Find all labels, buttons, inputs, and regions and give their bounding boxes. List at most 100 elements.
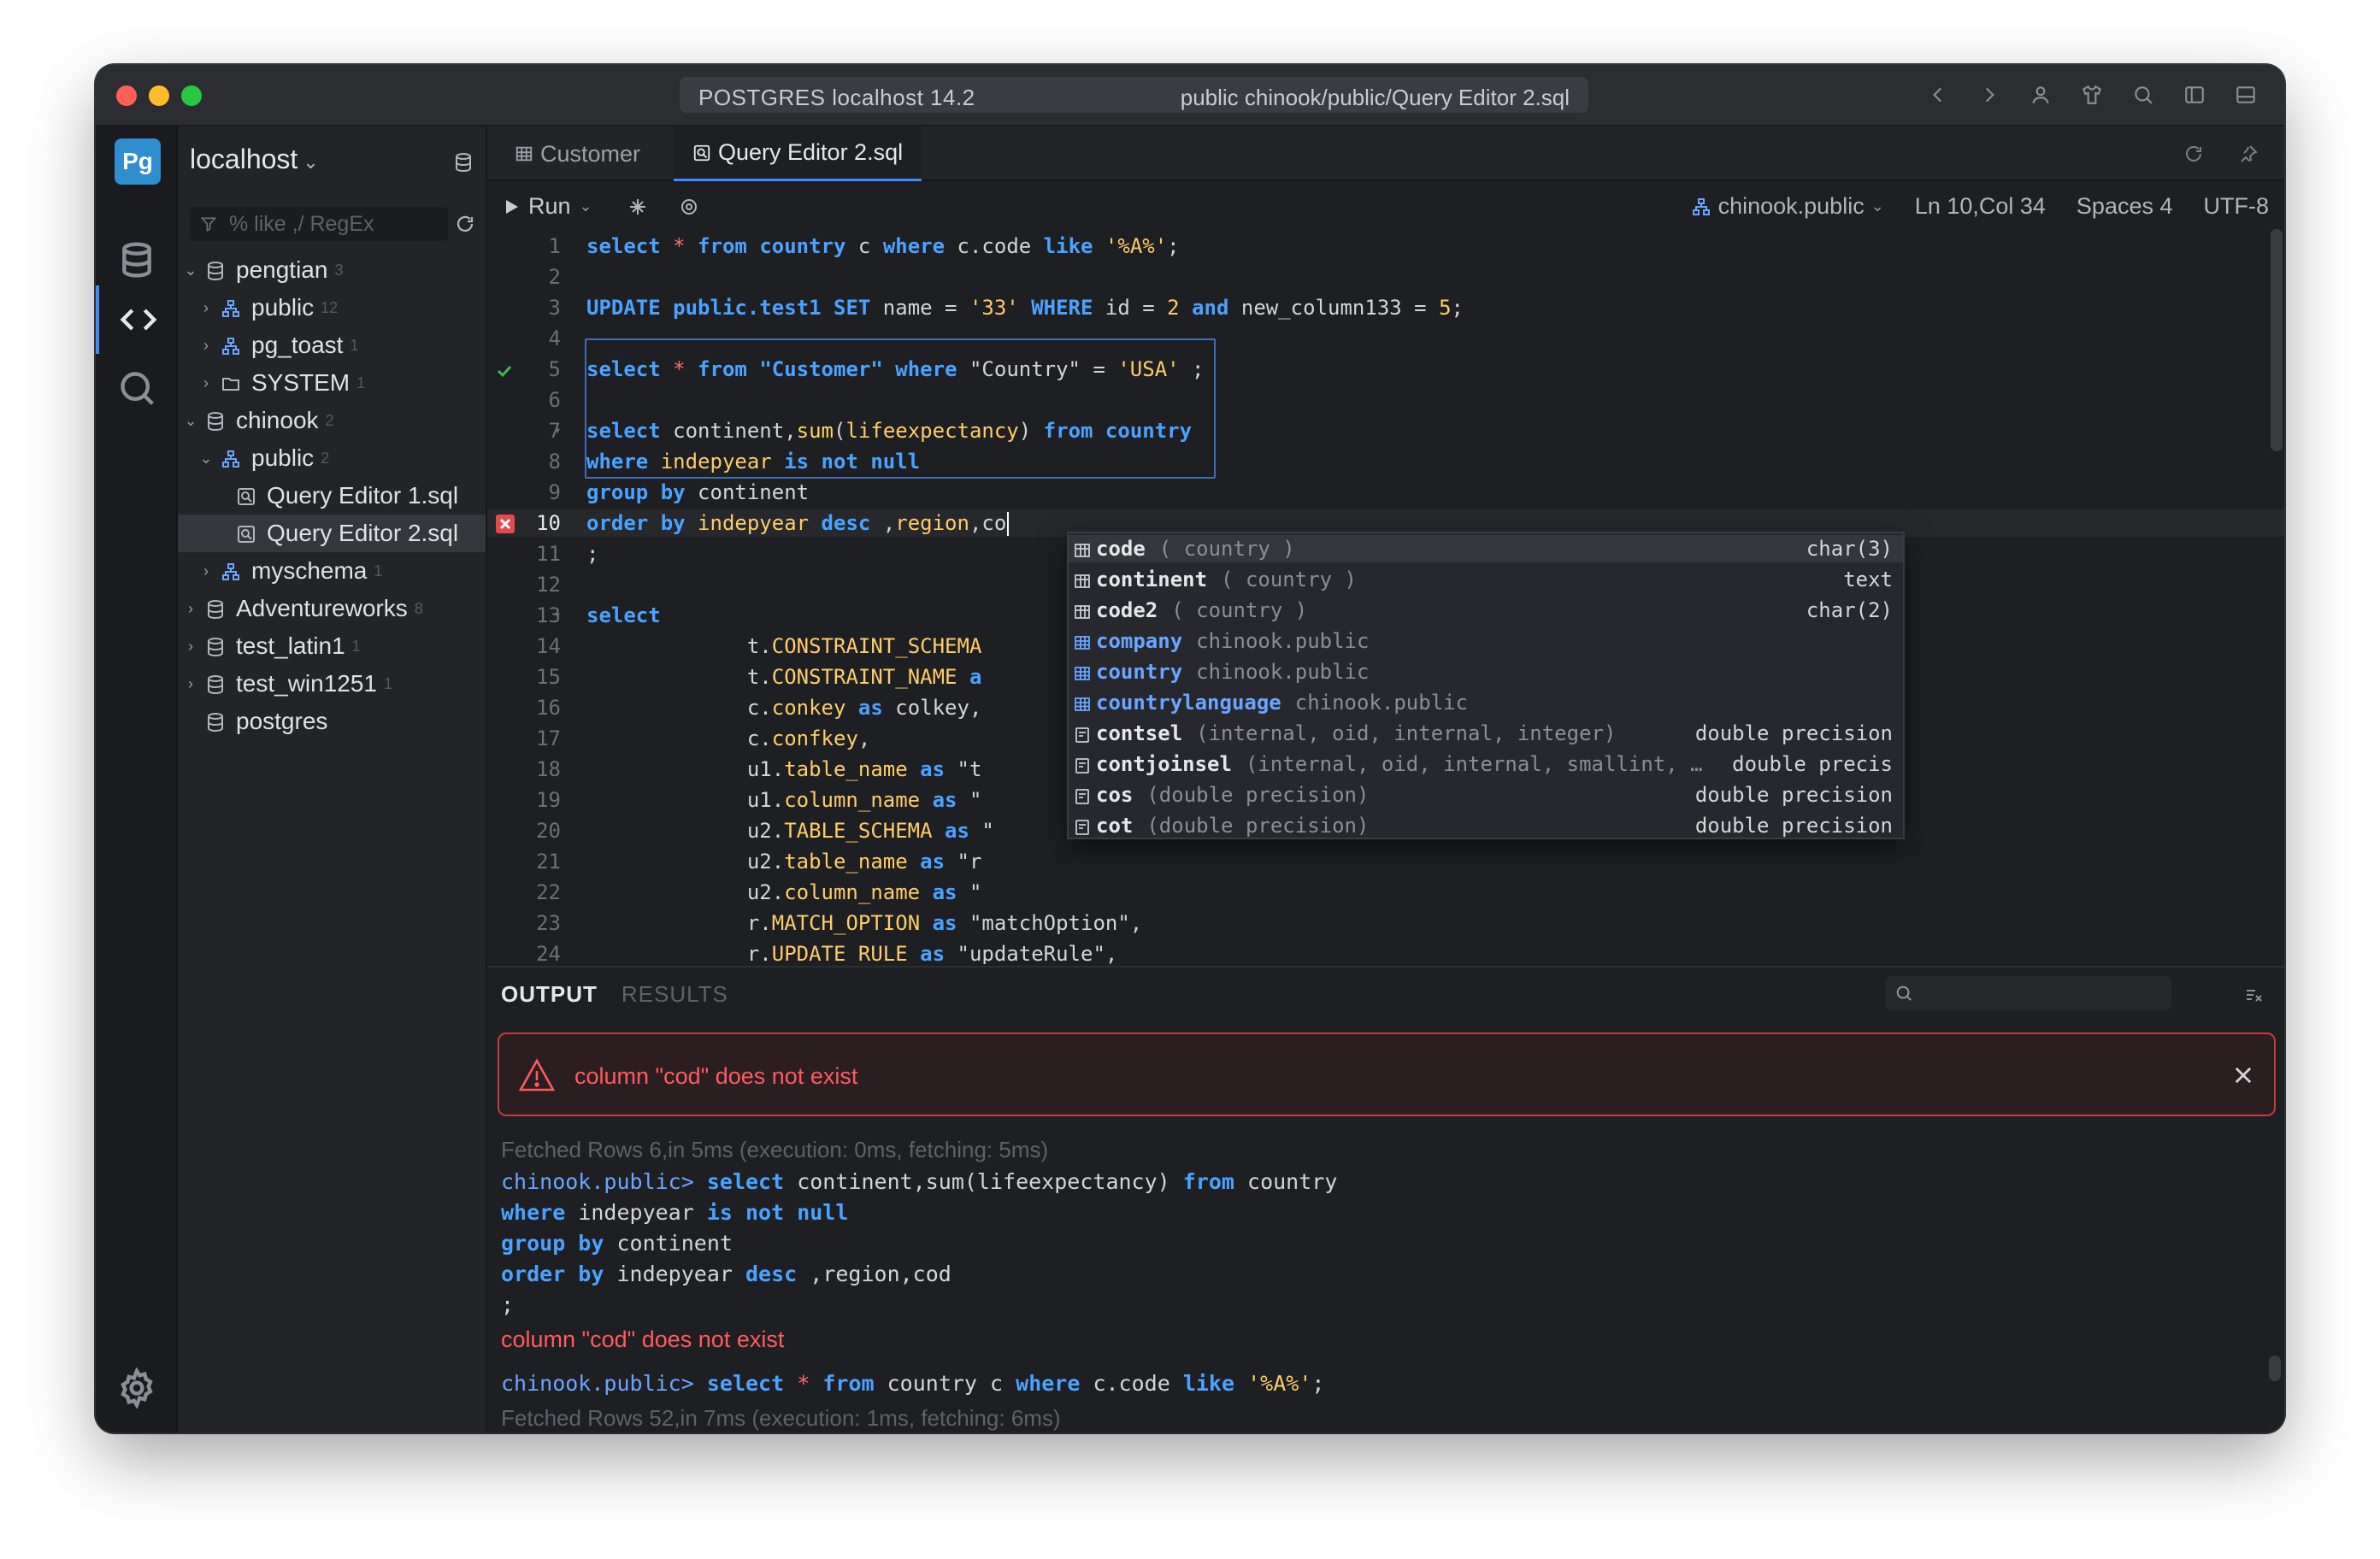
tree-item[interactable]: › test_latin1 1 xyxy=(178,627,486,665)
log-line: group by continent xyxy=(501,1231,733,1256)
tree-item[interactable]: ⌄ public 2 xyxy=(178,439,486,477)
tree-item[interactable]: Query Editor 2.sql xyxy=(178,515,486,552)
output-search-input[interactable] xyxy=(1920,980,2159,1007)
code-text: c.conkey as colkey, xyxy=(586,696,982,720)
code-line[interactable]: 9 group by continent xyxy=(487,479,2284,506)
encoding[interactable]: UTF-8 xyxy=(2204,193,2270,220)
database-explorer-button[interactable] xyxy=(96,226,178,294)
schema-icon xyxy=(221,448,241,468)
indent-setting[interactable]: Spaces 4 xyxy=(2077,193,2173,220)
chevron-down-icon[interactable]: ⌄ xyxy=(198,450,214,468)
chevron-down-icon[interactable]: ⌄ xyxy=(183,262,198,279)
tab-output[interactable]: OUTPUT xyxy=(501,981,598,1008)
chevron-right-icon[interactable]: › xyxy=(198,337,214,355)
code-line[interactable]: 7 ▾ select continent,sum(lifeexpectancy) f… xyxy=(487,417,2284,444)
code-text: c.confkey, xyxy=(586,727,871,750)
autocomplete-item[interactable]: cot (double precision) double precision xyxy=(1069,812,1903,838)
back-icon[interactable] xyxy=(1925,82,1951,108)
search-icon xyxy=(121,372,154,405)
fold-chevron-icon[interactable]: ▾ xyxy=(554,417,561,444)
tree-item-count: 2 xyxy=(321,449,330,467)
refresh-icon[interactable] xyxy=(2183,144,2204,164)
fold-chevron-icon[interactable]: ▾ xyxy=(554,602,561,629)
chevron-right-icon[interactable]: › xyxy=(198,299,214,317)
code-line[interactable]: 2 xyxy=(487,263,2284,291)
chevron-down-icon[interactable]: ⌄ xyxy=(580,197,592,215)
code-line[interactable]: 24 r.UPDATE_RULE as "updateRule", xyxy=(487,940,2284,964)
chevron-right-icon[interactable]: › xyxy=(183,638,198,656)
clear-output-icon[interactable] xyxy=(2243,985,2264,1005)
code-line[interactable]: 21 u2.table_name as "r xyxy=(487,848,2284,875)
code-line[interactable]: 5 select * from "Customer" where "Country… xyxy=(487,356,2284,383)
close-window-button[interactable] xyxy=(116,85,137,106)
shirt-icon[interactable] xyxy=(2079,82,2105,108)
autocomplete-item[interactable]: country chinook.public xyxy=(1069,658,1903,685)
chevron-right-icon[interactable]: › xyxy=(183,600,198,618)
autocomplete-item[interactable]: cos (double precision) double precision xyxy=(1069,781,1903,809)
filter-input[interactable] xyxy=(229,210,434,238)
tree-item[interactable]: › myschema 1 xyxy=(178,552,486,590)
table-icon xyxy=(1074,632,1091,650)
schema-icon xyxy=(221,335,241,356)
code-line[interactable]: 23 r.MATCH_OPTION as "matchOption", xyxy=(487,909,2284,937)
tree-item-label: public xyxy=(251,444,315,471)
autocomplete-item[interactable]: code ( country ) char(3) xyxy=(1069,535,1903,562)
tree-item[interactable]: Query Editor 1.sql xyxy=(178,477,486,515)
settings-button[interactable] xyxy=(116,1367,157,1409)
query-editor-button[interactable] xyxy=(96,285,178,354)
minimize-window-button[interactable] xyxy=(149,85,169,106)
chevron-right-icon[interactable]: › xyxy=(183,675,198,693)
pin-icon[interactable] xyxy=(2238,144,2259,164)
code-line[interactable]: 6 xyxy=(487,386,2284,414)
connection-title-pill[interactable]: POSTGRES localhost 14.2 public chinook/p… xyxy=(680,77,1588,113)
autocomplete-item[interactable]: company chinook.public xyxy=(1069,627,1903,655)
toggle-sidebar-icon[interactable] xyxy=(2182,82,2207,108)
line-number: 9 xyxy=(548,480,561,504)
close-icon[interactable] xyxy=(2231,1063,2255,1087)
autocomplete-item[interactable]: countrylanguage chinook.public xyxy=(1069,689,1903,716)
host-selector[interactable]: localhost ⌄ xyxy=(190,144,319,175)
settings-cog-icon[interactable] xyxy=(679,197,699,217)
tab-query-editor-2[interactable]: Query Editor 2.sql xyxy=(674,126,922,181)
line-number: 11 xyxy=(536,542,561,566)
tree-item[interactable]: › SYSTEM 1 xyxy=(178,364,486,402)
autocomplete-item[interactable]: contsel (internal, oid, internal, integer… xyxy=(1069,720,1903,747)
autocomplete-item[interactable]: continent ( country ) text xyxy=(1069,566,1903,593)
cursor-position[interactable]: Ln 10,Col 34 xyxy=(1915,193,2046,220)
forward-icon[interactable] xyxy=(1976,82,2002,108)
tab-results[interactable]: RESULTS xyxy=(622,981,728,1008)
code-line[interactable]: 1 select * from country c where c.code li… xyxy=(487,232,2284,260)
tree-item[interactable]: postgres xyxy=(178,703,486,740)
database-menu-icon[interactable] xyxy=(453,152,474,173)
search-button[interactable] xyxy=(96,354,178,422)
code-line[interactable]: 3 UPDATE public.test1 SET name = '33' WHE… xyxy=(487,294,2284,321)
line-number: 12 xyxy=(536,573,561,597)
chevron-down-icon[interactable]: ⌄ xyxy=(183,412,198,430)
tree-item[interactable]: › Adventureworks 8 xyxy=(178,590,486,627)
tree-item[interactable]: ⌄ chinook 2 xyxy=(178,402,486,439)
autocomplete-item[interactable]: code2 ( country ) char(2) xyxy=(1069,597,1903,624)
toggle-panel-icon[interactable] xyxy=(2233,82,2259,108)
tree-item[interactable]: ⌄ pengtian 3 xyxy=(178,251,486,289)
code-line[interactable]: 8 where indepyear is not null xyxy=(487,448,2284,475)
user-icon[interactable] xyxy=(2028,82,2053,108)
schema-selector[interactable]: chinook.public ⌄ xyxy=(1691,193,1884,220)
tree-item[interactable]: › public 12 xyxy=(178,289,486,327)
tree-item-count: 1 xyxy=(356,374,366,391)
tree-item[interactable]: › test_win1251 1 xyxy=(178,665,486,703)
run-button[interactable]: Run ⌄ xyxy=(506,193,592,220)
panel-scrollbar[interactable] xyxy=(2269,1356,2281,1381)
code-line[interactable]: 4 xyxy=(487,325,2284,352)
autocomplete-popup: code ( country ) char(3) continent ( country… xyxy=(1067,532,1905,839)
code-line[interactable]: 22 u2.column_name as " xyxy=(487,879,2284,906)
autocomplete-item[interactable]: contjoinsel (internal, oid, internal, sma… xyxy=(1069,750,1903,778)
chevron-right-icon[interactable]: › xyxy=(198,374,214,392)
line-number: 19 xyxy=(536,788,561,812)
search-icon[interactable] xyxy=(2130,82,2156,108)
zoom-window-button[interactable] xyxy=(181,85,202,106)
tree-item[interactable]: › pg_toast 1 xyxy=(178,327,486,364)
format-sparkle-icon[interactable] xyxy=(627,197,648,217)
refresh-button[interactable] xyxy=(455,214,477,236)
tab-customer[interactable]: Customer xyxy=(496,126,659,181)
chevron-right-icon[interactable]: › xyxy=(198,562,214,580)
